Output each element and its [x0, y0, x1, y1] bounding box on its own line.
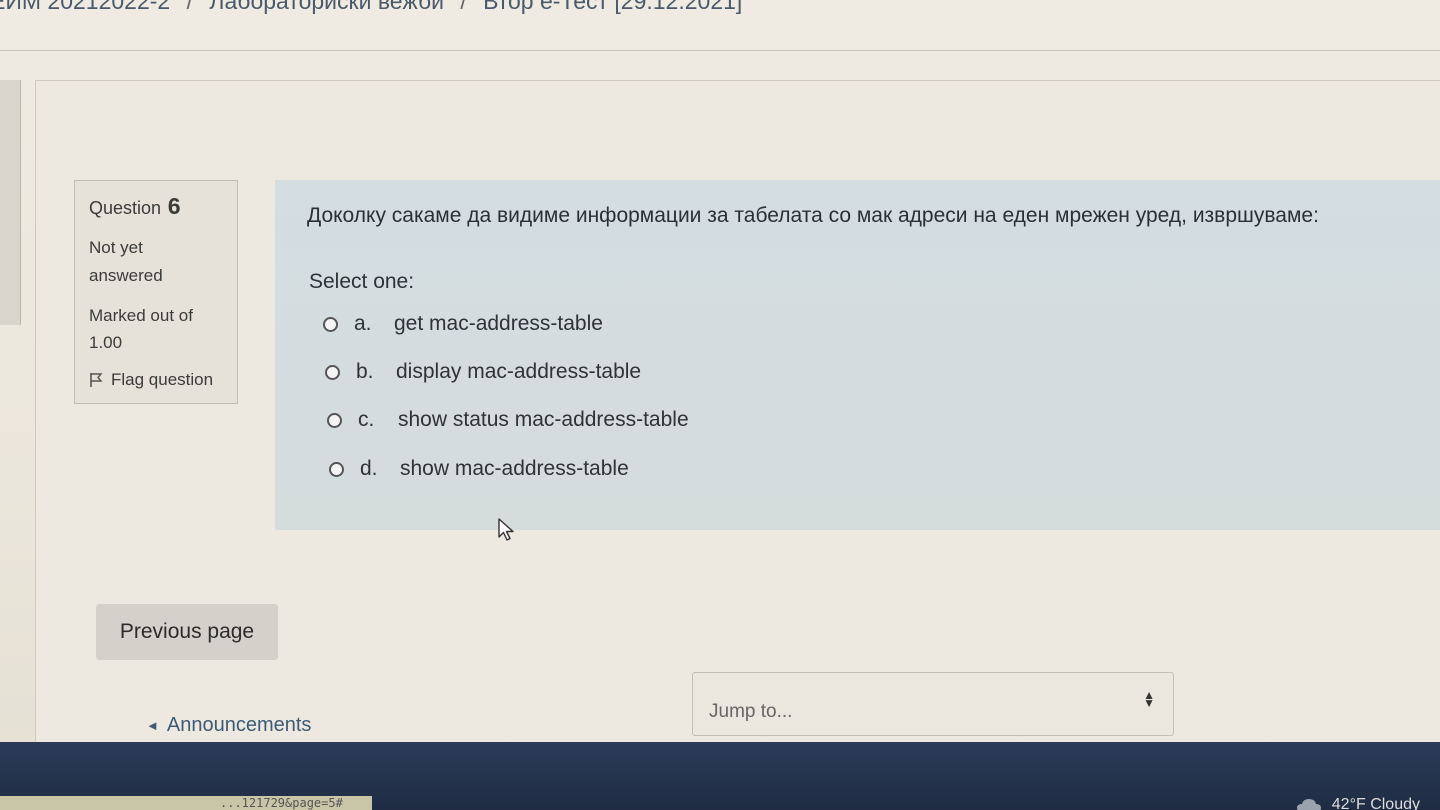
breadcrumb-separator: / — [186, 0, 193, 14]
option-text: show status mac-address-table — [398, 408, 689, 431]
breadcrumb-quiz[interactable]: Втор е-Тест [29.12.2021] — [483, 0, 742, 14]
question-info-box: Question 6 Not yet answered Marked out o… — [74, 180, 238, 404]
question-state-line1: Not yet — [89, 238, 143, 257]
announcements-label: Announcements — [166, 714, 312, 736]
answer-option-c[interactable]: c. show status mac-address-table — [327, 408, 689, 432]
question-grade-line2: 1.00 — [89, 333, 123, 352]
question-content: Доколку сакаме да видиме информации за т… — [275, 180, 1440, 530]
weather-widget[interactable]: 42°F Cloudy — [1296, 796, 1420, 810]
cloud-icon — [1296, 799, 1321, 810]
option-letter: d. — [360, 457, 378, 480]
drawer-edge[interactable] — [0, 80, 21, 325]
breadcrumb-course[interactable]: ЕИМ 20212022-2 — [0, 0, 170, 14]
announcements-link[interactable]: ◄ Announcements — [146, 714, 311, 737]
status-url: ...121729&page=5# — [0, 796, 372, 810]
option-text: display mac-address-table — [396, 360, 642, 383]
jump-to-select[interactable]: Jump to... ▲ ▼ — [692, 672, 1174, 736]
question-grade: Marked out of 1.00 — [89, 302, 223, 356]
option-text: get mac-address-table — [394, 312, 603, 335]
os-taskbar: ...121729&page=5# 42°F Cloudy — [0, 742, 1440, 810]
breadcrumb-separator: / — [460, 0, 467, 14]
breadcrumb-section[interactable]: Лабораториски вежби — [209, 0, 444, 14]
question-state-line2: answered — [89, 266, 163, 285]
radio-a[interactable] — [323, 316, 338, 332]
answer-option-b[interactable]: b. display mac-address-table — [325, 360, 641, 384]
question-label: Question — [89, 198, 162, 218]
option-text: show mac-address-table — [400, 457, 629, 480]
weather-text: 42°F Cloudy — [1331, 796, 1420, 810]
quiz-page: ЕИМ 20212022-2 / Лабораториски вежби / В… — [0, 0, 1440, 810]
arrow-left-icon: ◄ — [146, 718, 159, 733]
select-arrows-icon: ▲ ▼ — [1143, 688, 1155, 710]
question-number-value: 6 — [167, 193, 181, 219]
select-one-prompt: Select one: — [309, 270, 415, 293]
flag-icon — [90, 373, 103, 387]
breadcrumb: ЕИМ 20212022-2 / Лабораториски вежби / В… — [0, 0, 742, 15]
previous-page-button[interactable]: Previous page — [96, 604, 278, 660]
question-state: Not yet answered — [89, 234, 223, 290]
option-letter: b. — [356, 360, 374, 383]
mouse-pointer-icon — [498, 518, 514, 541]
header-divider — [0, 50, 1440, 51]
option-letter: a. — [354, 312, 372, 335]
radio-b[interactable] — [325, 364, 340, 380]
question-number: Question 6 — [89, 193, 223, 220]
radio-d[interactable] — [329, 461, 344, 477]
radio-c[interactable] — [327, 412, 342, 428]
answer-option-a[interactable]: a. get mac-address-table — [323, 312, 603, 336]
option-letter: c. — [358, 408, 375, 431]
flag-question-label: Flag question — [111, 370, 214, 389]
flag-question-button[interactable]: Flag question — [89, 370, 223, 390]
question-grade-line1: Marked out of — [89, 306, 193, 325]
jump-to-placeholder: Jump to... — [709, 701, 793, 722]
answer-option-d[interactable]: d. show mac-address-table — [329, 457, 629, 481]
question-text: Доколку сакаме да видиме информации за т… — [307, 204, 1319, 227]
